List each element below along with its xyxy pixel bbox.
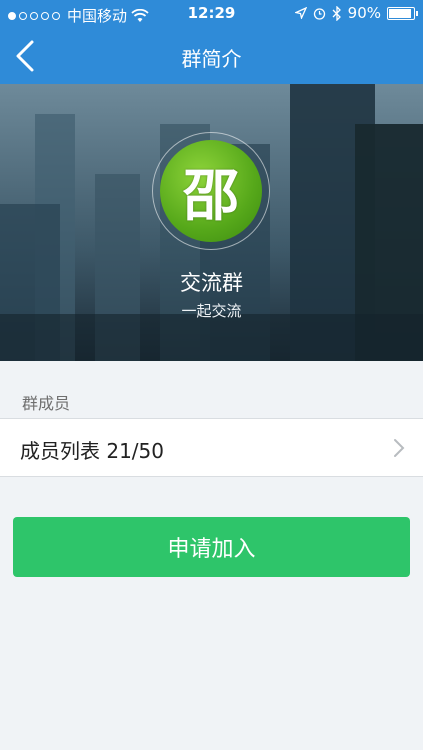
member-list-row[interactable]: 成员列表 21/50 — [0, 418, 423, 477]
page-title: 群简介 — [181, 47, 242, 71]
group-avatar: 邵 — [160, 140, 262, 242]
group-header-banner: 邵 交流群 一起交流 — [0, 84, 423, 361]
join-group-button[interactable]: 申请加入 — [13, 517, 410, 577]
chevron-right-icon — [394, 439, 405, 457]
status-right: 90% — [294, 4, 418, 22]
location-icon — [294, 7, 307, 19]
members-section-label: 群成员 — [22, 394, 71, 413]
status-bar: 中国移动 12:29 90% — [0, 0, 423, 28]
alarm-icon — [313, 7, 325, 20]
battery-icon — [387, 6, 418, 20]
bluetooth-icon — [332, 5, 341, 21]
group-name: 交流群 — [180, 271, 243, 295]
group-description: 一起交流 — [181, 302, 242, 320]
member-list-label: 成员列表 21/50 — [20, 439, 164, 463]
battery-percent: 90% — [347, 4, 381, 22]
navigation-bar: 群简介 — [0, 28, 423, 84]
